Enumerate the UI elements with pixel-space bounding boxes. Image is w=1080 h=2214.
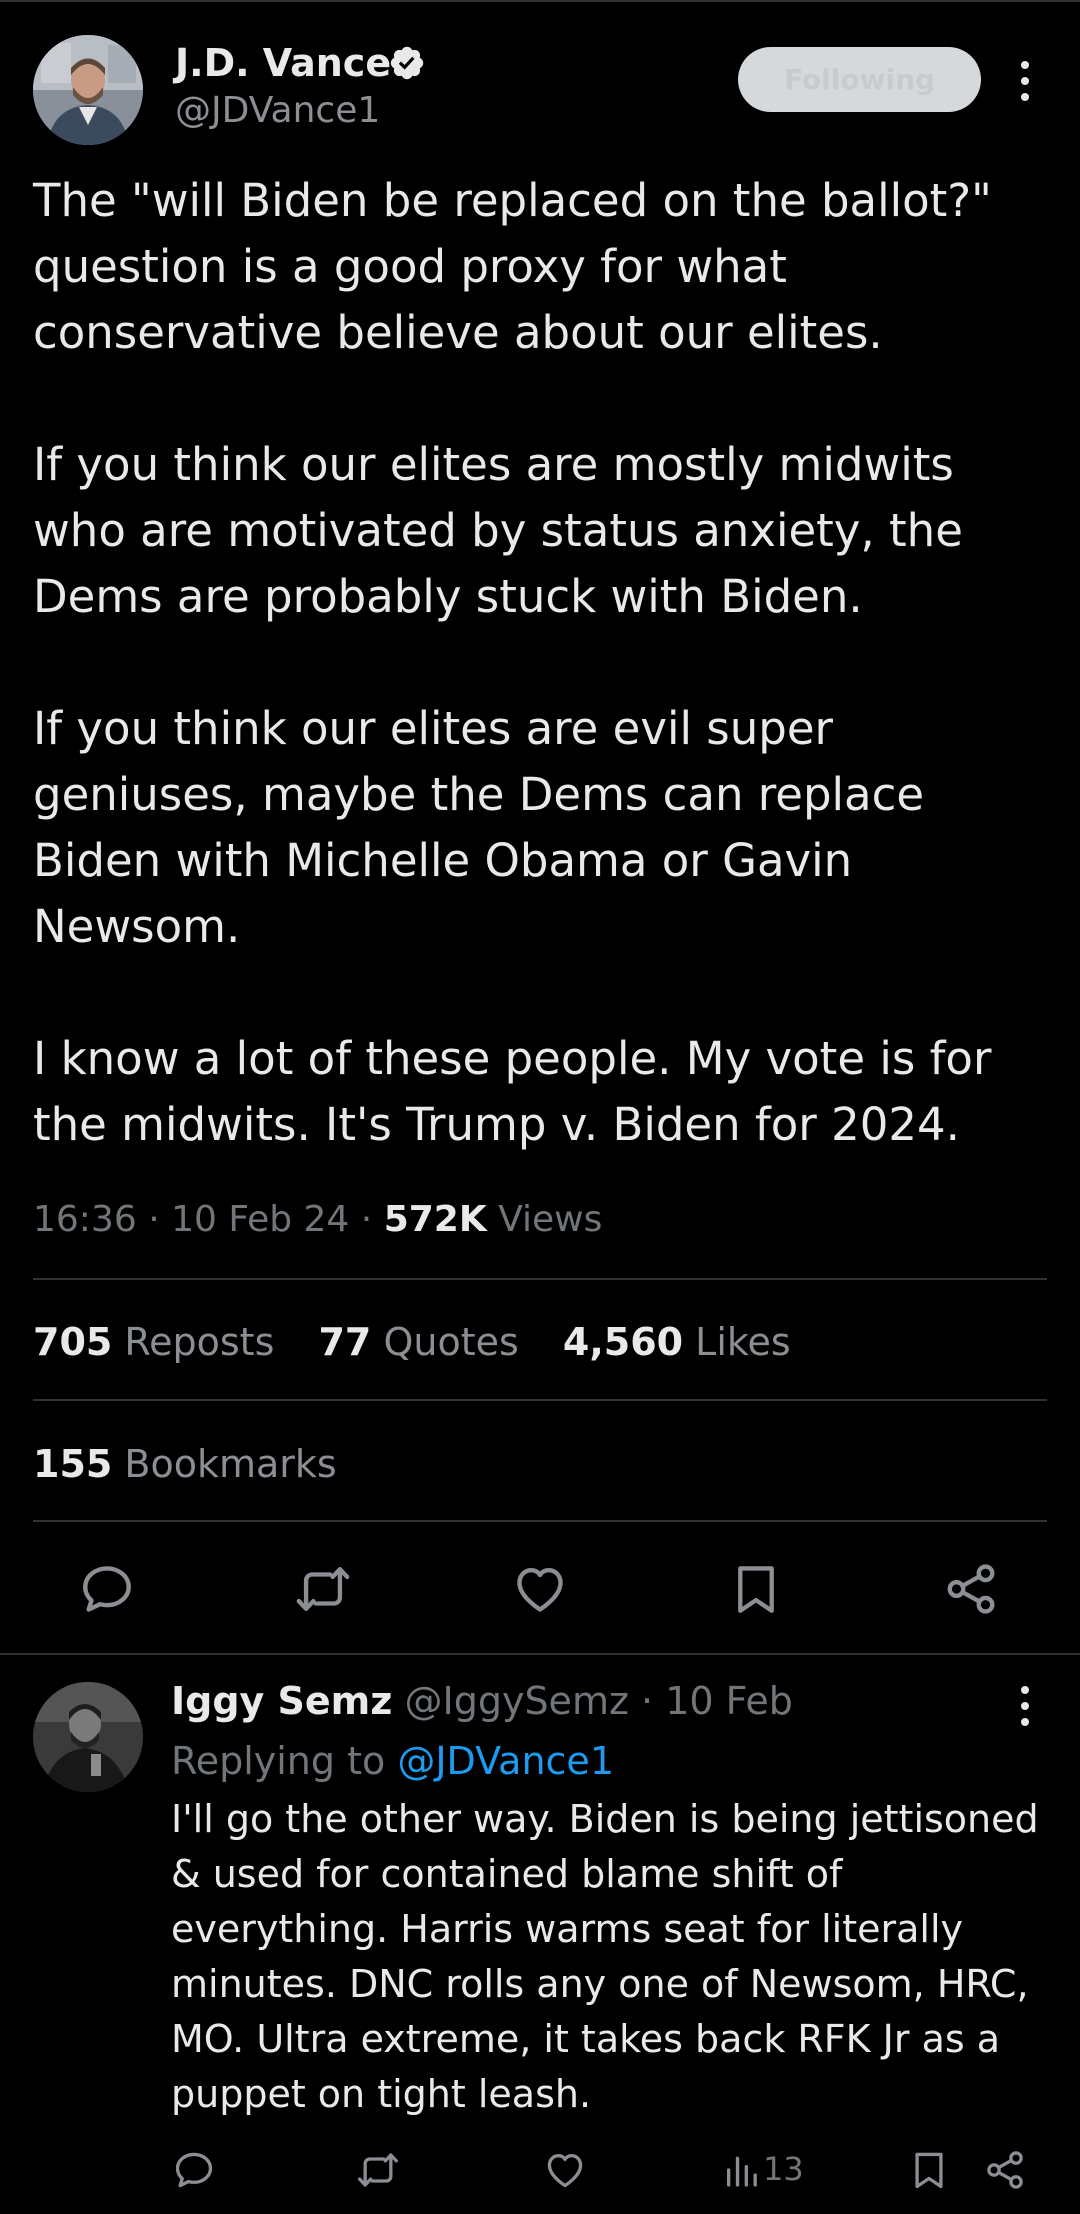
reposts-stat[interactable]: 705 Reposts — [33, 1312, 274, 1372]
repost-icon[interactable] — [356, 2148, 400, 2192]
tweet-date[interactable]: 10 Feb 24 — [171, 1199, 349, 1240]
quotes-count: 77 — [318, 1320, 372, 1364]
reply-text: I'll go the other way. Biden is being je… — [171, 1797, 1039, 2116]
meta-separator: · — [148, 1199, 172, 1240]
bookmarks-stat[interactable]: 155 Bookmarks — [33, 1434, 369, 1494]
replying-to: Replying to @JDVance1 — [171, 1730, 614, 1792]
divider — [0, 1653, 1080, 1655]
reply-icon[interactable] — [78, 1560, 136, 1618]
likes-stat[interactable]: 4,560 Likes — [563, 1312, 791, 1372]
quotes-stat[interactable]: 77 Quotes — [318, 1312, 518, 1372]
author-name[interactable]: J.D. Vance — [175, 38, 391, 88]
author-avatar[interactable] — [33, 35, 143, 145]
bookmark-icon[interactable] — [907, 2148, 951, 2192]
reposts-label: Reposts — [124, 1320, 275, 1364]
repost-icon[interactable] — [294, 1560, 352, 1618]
reply-header: Iggy Semz @IggySemz · 10 Feb — [171, 1670, 793, 1732]
bookmarks-label: Bookmarks — [124, 1442, 337, 1486]
reply-date[interactable]: 10 Feb — [665, 1679, 793, 1723]
bookmark-icon[interactable] — [727, 1560, 785, 1618]
author-handle[interactable]: @JDVance1 — [175, 88, 380, 134]
follow-button[interactable]: Following — [738, 47, 981, 112]
like-icon[interactable] — [543, 2148, 587, 2192]
share-icon[interactable] — [942, 1560, 1000, 1618]
views-count: 572K — [383, 1199, 487, 1240]
reply-views-count: 13 — [763, 2150, 804, 2188]
tweet-time[interactable]: 16:36 — [33, 1199, 137, 1240]
reply-icon[interactable] — [172, 2148, 216, 2192]
reply-author-name[interactable]: Iggy Semz — [171, 1679, 392, 1723]
verified-badge-icon — [390, 46, 424, 80]
tweet-text: The "will Biden be replaced on the ballo… — [33, 168, 1043, 1158]
tweet-paragraph: I know a lot of these people. My vote is… — [33, 1032, 992, 1151]
bookmarks-count: 155 — [33, 1442, 113, 1486]
more-icon[interactable] — [1010, 58, 1040, 104]
divider — [33, 1520, 1047, 1522]
views-label: Views — [498, 1199, 603, 1240]
tweet-paragraph: If you think our elites are mostly midwi… — [33, 438, 963, 623]
like-icon[interactable] — [511, 1560, 569, 1618]
likes-label: Likes — [695, 1320, 791, 1364]
likes-count: 4,560 — [562, 1320, 684, 1364]
divider — [33, 1399, 1047, 1401]
tweet-meta: 16:36 · 10 Feb 24 · 572K Views — [33, 1190, 602, 1250]
more-icon[interactable] — [1010, 1683, 1040, 1729]
reply-avatar[interactable] — [33, 1682, 143, 1792]
replying-mention[interactable]: @JDVance1 — [397, 1739, 614, 1783]
tweet-paragraph: If you think our elites are evil super g… — [33, 702, 925, 953]
meta-separator: · — [641, 1679, 654, 1723]
tweet-paragraph: The "will Biden be replaced on the ballo… — [33, 174, 992, 359]
top-divider — [0, 0, 1080, 2]
views-icon[interactable] — [722, 2150, 762, 2190]
quotes-label: Quotes — [383, 1320, 519, 1364]
replying-prefix: Replying to — [171, 1739, 386, 1783]
share-icon[interactable] — [983, 2148, 1027, 2192]
divider — [33, 1278, 1047, 1280]
reposts-count: 705 — [33, 1320, 113, 1364]
reply-author-handle[interactable]: @IggySemz — [405, 1679, 629, 1723]
stats-row: 705 Reposts 77 Quotes 4,560 Likes — [33, 1312, 823, 1372]
meta-separator: · — [360, 1199, 384, 1240]
